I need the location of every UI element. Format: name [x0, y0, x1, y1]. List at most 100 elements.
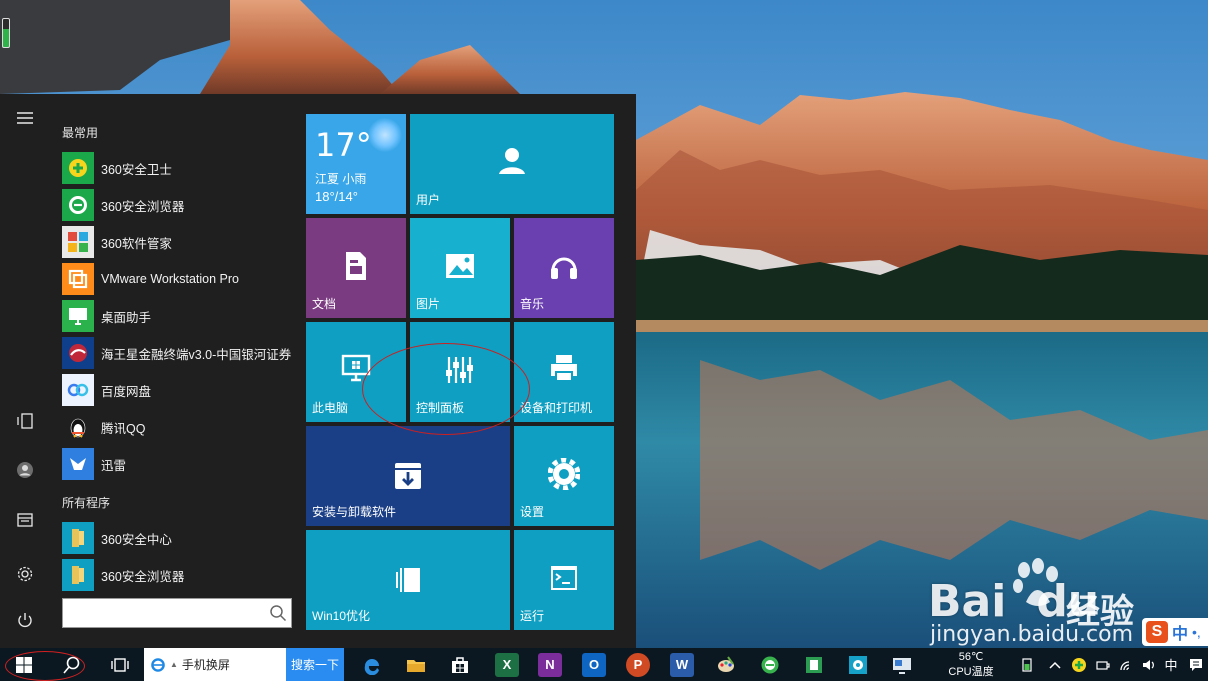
file-explorer-icon[interactable]	[12, 507, 38, 533]
tile-label: 图片	[416, 297, 441, 311]
tile-label: 设备和打印机	[520, 401, 593, 415]
taskbar-outlook[interactable]: O	[578, 648, 610, 681]
task-view-icon	[111, 657, 129, 672]
cpu-temp-value: 56℃	[958, 651, 984, 663]
user-account-icon[interactable]	[12, 457, 38, 483]
user-icon	[496, 144, 528, 176]
tile-pictures[interactable]: 图片	[410, 218, 510, 318]
360-safeguard-icon	[62, 152, 94, 184]
tray-volume[interactable]	[1140, 648, 1158, 681]
app-list: 最常用 360安全卫士 360安全浏览器 360软件管家 VMware Work…	[50, 94, 300, 648]
outlook-icon: O	[582, 652, 606, 677]
tray-battery[interactable]	[1018, 648, 1036, 681]
360-browser-icon	[761, 656, 779, 673]
dropdown-caret-icon[interactable]: ▲	[170, 660, 178, 669]
list-item[interactable]: 海王星金融终端v3.0-中国银河证券	[62, 336, 302, 370]
app-label: 360安全中心	[101, 532, 172, 547]
tray-360[interactable]	[1070, 648, 1088, 681]
taskbar-word[interactable]: W	[666, 648, 698, 681]
folder-icon	[62, 559, 94, 591]
sun-icon	[368, 118, 402, 152]
baidu-paw-icon	[1013, 558, 1058, 606]
tile-win10-optimize[interactable]: Win10优化	[306, 530, 510, 630]
list-item[interactable]: 腾讯QQ	[62, 410, 302, 444]
remote-desktop-icon	[893, 657, 911, 674]
taskbar-edge[interactable]	[356, 648, 388, 681]
hamburger-menu-icon[interactable]	[12, 105, 38, 131]
list-item[interactable]: 百度网盘	[62, 373, 302, 407]
browser-search-input[interactable]: ▲ 手机换屏	[144, 648, 286, 681]
360-browser-icon	[62, 189, 94, 221]
app-label: 百度网盘	[101, 384, 152, 399]
app-label: 360安全卫士	[101, 162, 172, 177]
gear-icon	[548, 458, 580, 490]
task-view-button[interactable]	[100, 648, 140, 681]
taskbar-store[interactable]	[444, 648, 476, 681]
most-used-heading: 最常用	[62, 126, 99, 140]
browser-search-button[interactable]: 搜索一下	[286, 648, 344, 681]
tray-network[interactable]	[1118, 648, 1136, 681]
tile-documents[interactable]: 文档	[306, 218, 406, 318]
folder-icon	[62, 522, 94, 554]
tile-label: 运行	[520, 609, 545, 623]
wifi-icon	[1120, 660, 1130, 670]
settings-gear-icon[interactable]	[12, 561, 38, 587]
list-item[interactable]: VMware Workstation Pro	[62, 262, 302, 296]
taskbar-powerpoint[interactable]: P	[622, 648, 654, 681]
taskbar-360-browser[interactable]	[754, 648, 786, 681]
tile-label: 安装与卸载软件	[312, 505, 397, 519]
list-item[interactable]: 360安全中心	[62, 521, 302, 555]
notification-icon	[1190, 658, 1202, 671]
list-item[interactable]: 桌面助手	[62, 299, 302, 333]
tray-power[interactable]	[1094, 648, 1112, 681]
tile-label: 用户	[416, 193, 441, 207]
taskbar-green-app[interactable]	[798, 648, 830, 681]
chevron-up-icon	[1049, 661, 1061, 669]
taskbar-remote-desktop[interactable]	[886, 648, 918, 681]
power-icon[interactable]	[12, 607, 38, 633]
paint-palette-icon	[718, 655, 734, 672]
start-menu: 最常用 360安全卫士 360安全浏览器 360软件管家 VMware Work…	[0, 94, 636, 648]
start-search-input[interactable]	[62, 598, 292, 628]
tile-label: 此电脑	[312, 401, 349, 415]
start-search-highlight-oval	[5, 651, 85, 681]
weather-range: 18°/14°	[315, 189, 358, 204]
tile-run[interactable]: 运行	[514, 530, 614, 630]
list-item[interactable]: 360安全浏览器	[62, 188, 302, 222]
taskbar-onenote[interactable]: N	[534, 648, 566, 681]
sogou-ime-badge[interactable]: S 中 •,	[1142, 618, 1208, 646]
tile-settings[interactable]: 设置	[514, 426, 614, 526]
app-label: 360安全浏览器	[101, 569, 185, 584]
ime-punctuation-icon: •,	[1192, 624, 1201, 640]
printer-icon	[548, 352, 580, 384]
list-item[interactable]: 360安全浏览器	[62, 558, 302, 592]
gear-icon	[849, 655, 867, 674]
tile-label: 设置	[520, 505, 545, 519]
taskbar-paint[interactable]	[710, 648, 742, 681]
tile-music[interactable]: 音乐	[514, 218, 614, 318]
taskbar-excel[interactable]: X	[491, 648, 523, 681]
tile-label: 文档	[312, 297, 337, 311]
list-item[interactable]: 迅雷	[62, 447, 302, 481]
weather-temperature: 17°	[315, 126, 372, 164]
headphones-icon	[548, 250, 580, 282]
tablet-mode-icon[interactable]	[12, 408, 38, 434]
taskbar-file-explorer[interactable]	[400, 648, 432, 681]
ie-icon	[151, 657, 165, 672]
qq-penguin-icon	[62, 411, 94, 443]
tray-show-hidden[interactable]	[1046, 648, 1064, 681]
edge-icon	[364, 658, 379, 675]
list-item[interactable]: 360安全卫士	[62, 151, 302, 185]
app-label: 腾讯QQ	[101, 421, 146, 436]
tile-weather[interactable]: 17° 江夏 小雨 18°/14°	[306, 114, 406, 214]
list-item[interactable]: 360软件管家	[62, 225, 302, 259]
tray-ime-language[interactable]: 中	[1162, 648, 1180, 681]
taskbar-settings[interactable]	[842, 648, 874, 681]
battery-icon	[1022, 657, 1032, 672]
tray-action-center[interactable]	[1186, 648, 1206, 681]
tile-user[interactable]: 用户	[410, 114, 614, 214]
tile-devices-printers[interactable]: 设备和打印机	[514, 322, 614, 422]
tile-install-uninstall[interactable]: 安装与卸载软件	[306, 426, 510, 526]
word-icon: W	[670, 652, 694, 677]
cpu-temperature: 56℃ CPU温度	[940, 648, 1002, 681]
